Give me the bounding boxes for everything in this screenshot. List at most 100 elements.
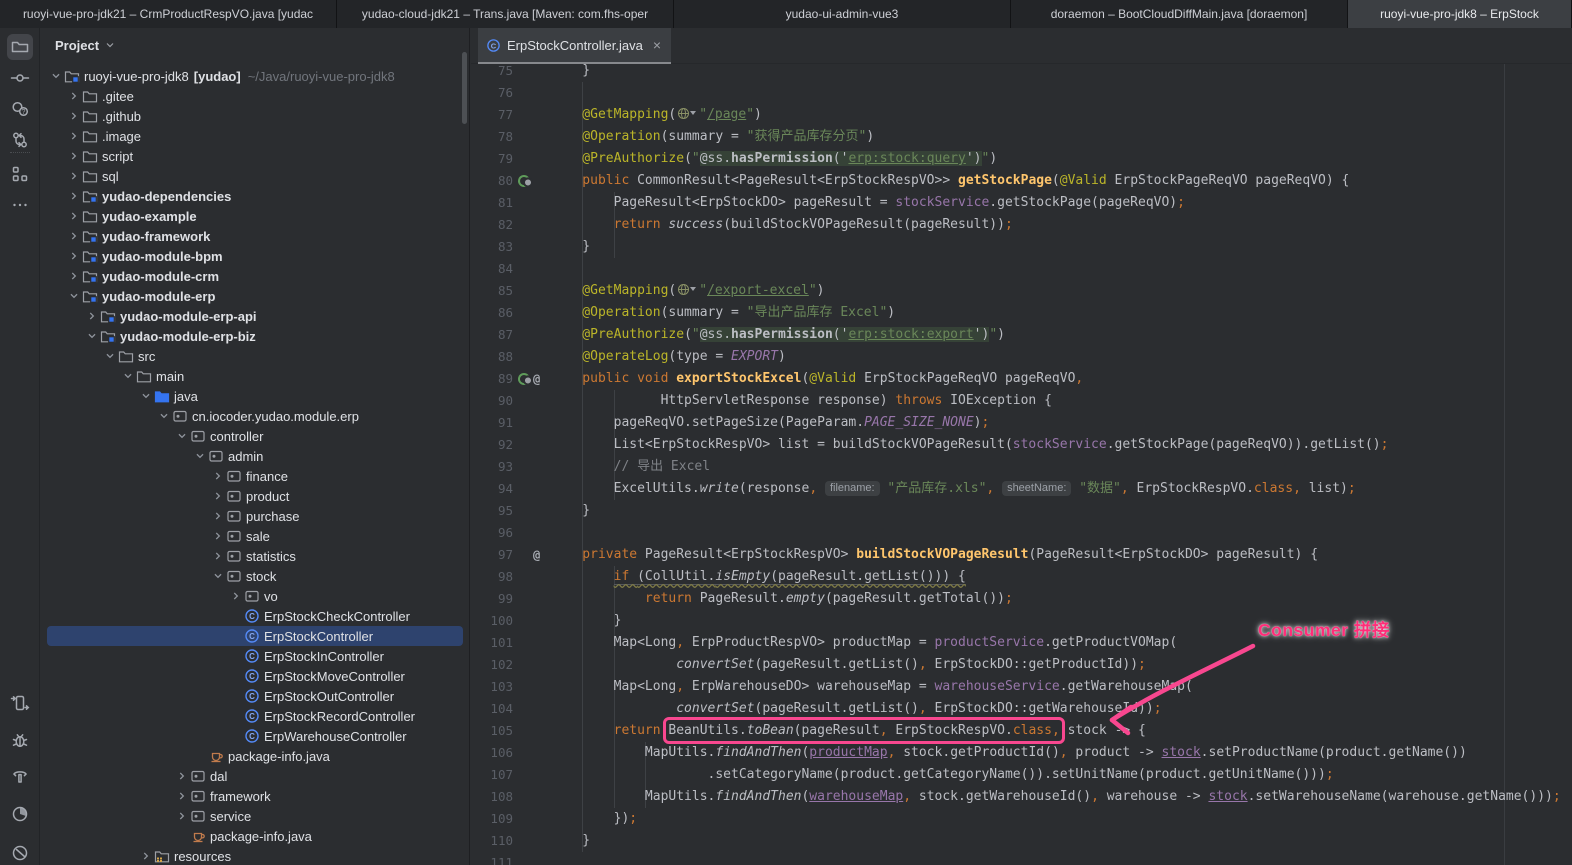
code-line[interactable]: 84 [471, 258, 1572, 280]
close-icon[interactable]: × [653, 37, 661, 53]
chevron-down-icon[interactable] [191, 448, 208, 464]
tree-row[interactable]: framework [47, 786, 463, 806]
tree-row[interactable]: purchase [47, 506, 463, 526]
chevron-right-icon[interactable] [173, 788, 190, 804]
tree-row[interactable]: yudao-module-crm [47, 266, 463, 286]
code-line[interactable]: 93 // 导出 Excel [471, 456, 1572, 478]
chevron-right-icon[interactable] [209, 488, 226, 504]
tree-row[interactable]: .gitee [47, 86, 463, 106]
chevron-down-icon[interactable] [690, 111, 696, 115]
tree-row[interactable]: product [47, 486, 463, 506]
tree-row[interactable]: src [47, 346, 463, 366]
chevron-right-icon[interactable] [65, 228, 82, 244]
tree-row[interactable]: CErpStockCheckController [47, 606, 463, 626]
window-tab[interactable]: yudao-cloud-jdk21 – Trans.java [Maven: c… [337, 0, 674, 28]
chevron-right-icon[interactable] [65, 88, 82, 104]
code-line[interactable]: 92 List<ErpStockRespVO> list = buildStoc… [471, 434, 1572, 456]
tree-row[interactable]: CErpStockInController [47, 646, 463, 666]
annotation-gutter-icon[interactable]: @ [533, 368, 540, 390]
tree-row[interactable]: admin [47, 446, 463, 466]
window-tab[interactable]: yudao-ui-admin-vue3 [674, 0, 1011, 28]
chevron-down-icon[interactable] [83, 328, 100, 344]
profiler-icon[interactable] [7, 801, 33, 827]
code-line[interactable]: 86 @Operation(summary = "导出产品库存 Excel") [471, 302, 1572, 324]
code-line[interactable]: 101 Map<Long, ErpProductRespVO> productM… [471, 632, 1572, 654]
code-line[interactable]: 95 } [471, 500, 1572, 522]
code-line[interactable]: 97@ private PageResult<ErpStockRespVO> b… [471, 544, 1572, 566]
code-line[interactable]: 103 Map<Long, ErpWarehouseDO> warehouseM… [471, 676, 1572, 698]
code-area[interactable]: 75 }7677 @GetMapping("/page")78 @Operati… [471, 64, 1572, 865]
code-line[interactable]: 94 ExcelUtils.write(response, filename: … [471, 478, 1572, 500]
chevron-down-icon[interactable] [101, 348, 118, 364]
services-icon[interactable] [7, 690, 33, 716]
tree-row[interactable]: ruoyi-vue-pro-jdk8[yudao]~/Java/ruoyi-vu… [47, 66, 463, 86]
chevron-right-icon[interactable] [209, 508, 226, 524]
tree-row[interactable]: java [47, 386, 463, 406]
chevron-right-icon[interactable] [65, 148, 82, 164]
more-icon[interactable] [7, 192, 33, 218]
chevron-right-icon[interactable] [173, 768, 190, 784]
tree-row[interactable]: CErpStockOutController [47, 686, 463, 706]
code-line[interactable]: 75 } [471, 64, 1572, 82]
tree-row[interactable]: cn.iocoder.yudao.module.erp [47, 406, 463, 426]
chevron-down-icon[interactable] [47, 68, 64, 84]
tree-row[interactable]: stock [47, 566, 463, 586]
build-icon[interactable] [7, 763, 33, 789]
code-line[interactable]: 79 @PreAuthorize("@ss.hasPermission('erp… [471, 148, 1572, 170]
commit-icon[interactable] [7, 65, 33, 91]
code-line[interactable]: 107 .setCategoryName(product.getCategory… [471, 764, 1572, 786]
code-line[interactable]: 87 @PreAuthorize("@ss.hasPermission('erp… [471, 324, 1572, 346]
pull-requests-icon[interactable] [7, 127, 33, 153]
tree-row[interactable]: yudao-framework [47, 226, 463, 246]
chevron-right-icon[interactable] [209, 548, 226, 564]
chevron-right-icon[interactable] [227, 588, 244, 604]
tree-row[interactable]: CErpStockRecordController [47, 706, 463, 726]
project-icon[interactable] [7, 34, 33, 60]
chevron-down-icon[interactable] [65, 288, 82, 304]
code-line[interactable]: 102 convertSet(pageResult.getList(), Erp… [471, 654, 1572, 676]
editor-tab[interactable]: C ErpStockController.java × [478, 28, 671, 64]
chevron-right-icon[interactable] [83, 308, 100, 324]
chevron-right-icon[interactable] [173, 808, 190, 824]
tree-row[interactable]: finance [47, 466, 463, 486]
code-line[interactable]: 106 MapUtils.findAndThen(productMap, sto… [471, 742, 1572, 764]
tree-row[interactable]: vo [47, 586, 463, 606]
tree-row[interactable]: yudao-module-erp-api [47, 306, 463, 326]
api-endpoint-icon[interactable] [516, 371, 532, 387]
code-line[interactable]: 82 return success(buildStockVOPageResult… [471, 214, 1572, 236]
window-tab[interactable]: ruoyi-vue-pro-jdk8 – ErpStock [1348, 0, 1572, 28]
code-line[interactable]: 80 public CommonResult<PageResult<ErpSto… [471, 170, 1572, 192]
code-line[interactable]: 99 return PageResult.empty(pageResult.ge… [471, 588, 1572, 610]
chevron-down-icon[interactable] [209, 568, 226, 584]
tree-row[interactable]: .image [47, 126, 463, 146]
tree-row[interactable]: dal [47, 766, 463, 786]
chevron-down-icon[interactable] [173, 428, 190, 444]
window-tab[interactable]: ruoyi-vue-pro-jdk21 – CrmProductRespVO.j… [0, 0, 337, 28]
tree-row[interactable]: yudao-dependencies [47, 186, 463, 206]
tree-row[interactable]: yudao-example [47, 206, 463, 226]
chevron-down-icon[interactable] [690, 287, 696, 291]
tree-row[interactable]: resources [47, 846, 463, 865]
chevron-right-icon[interactable] [65, 168, 82, 184]
chevron-right-icon[interactable] [209, 468, 226, 484]
chevron-right-icon[interactable] [65, 208, 82, 224]
tree-row[interactable]: CErpStockMoveController [47, 666, 463, 686]
project-header[interactable]: Project [41, 28, 469, 62]
api-endpoint-icon[interactable] [516, 173, 532, 189]
code-line[interactable]: 100 } [471, 610, 1572, 632]
chevron-down-icon[interactable] [155, 408, 172, 424]
url-globe-icon[interactable] [678, 284, 689, 295]
code-line[interactable]: 111 [471, 852, 1572, 865]
tree-row[interactable]: package-info.java [47, 746, 463, 766]
tree-row[interactable]: yudao-module-erp [47, 286, 463, 306]
chevron-right-icon[interactable] [65, 128, 82, 144]
chevron-right-icon[interactable] [65, 268, 82, 284]
chevron-down-icon[interactable] [119, 368, 136, 384]
code-line[interactable]: 109 }); [471, 808, 1572, 830]
database-icon[interactable] [7, 839, 33, 865]
project-scrollbar[interactable] [462, 52, 467, 124]
code-line[interactable]: 110 } [471, 830, 1572, 852]
chevron-right-icon[interactable] [209, 528, 226, 544]
tree-row[interactable]: .github [47, 106, 463, 126]
tree-row[interactable]: controller [47, 426, 463, 446]
